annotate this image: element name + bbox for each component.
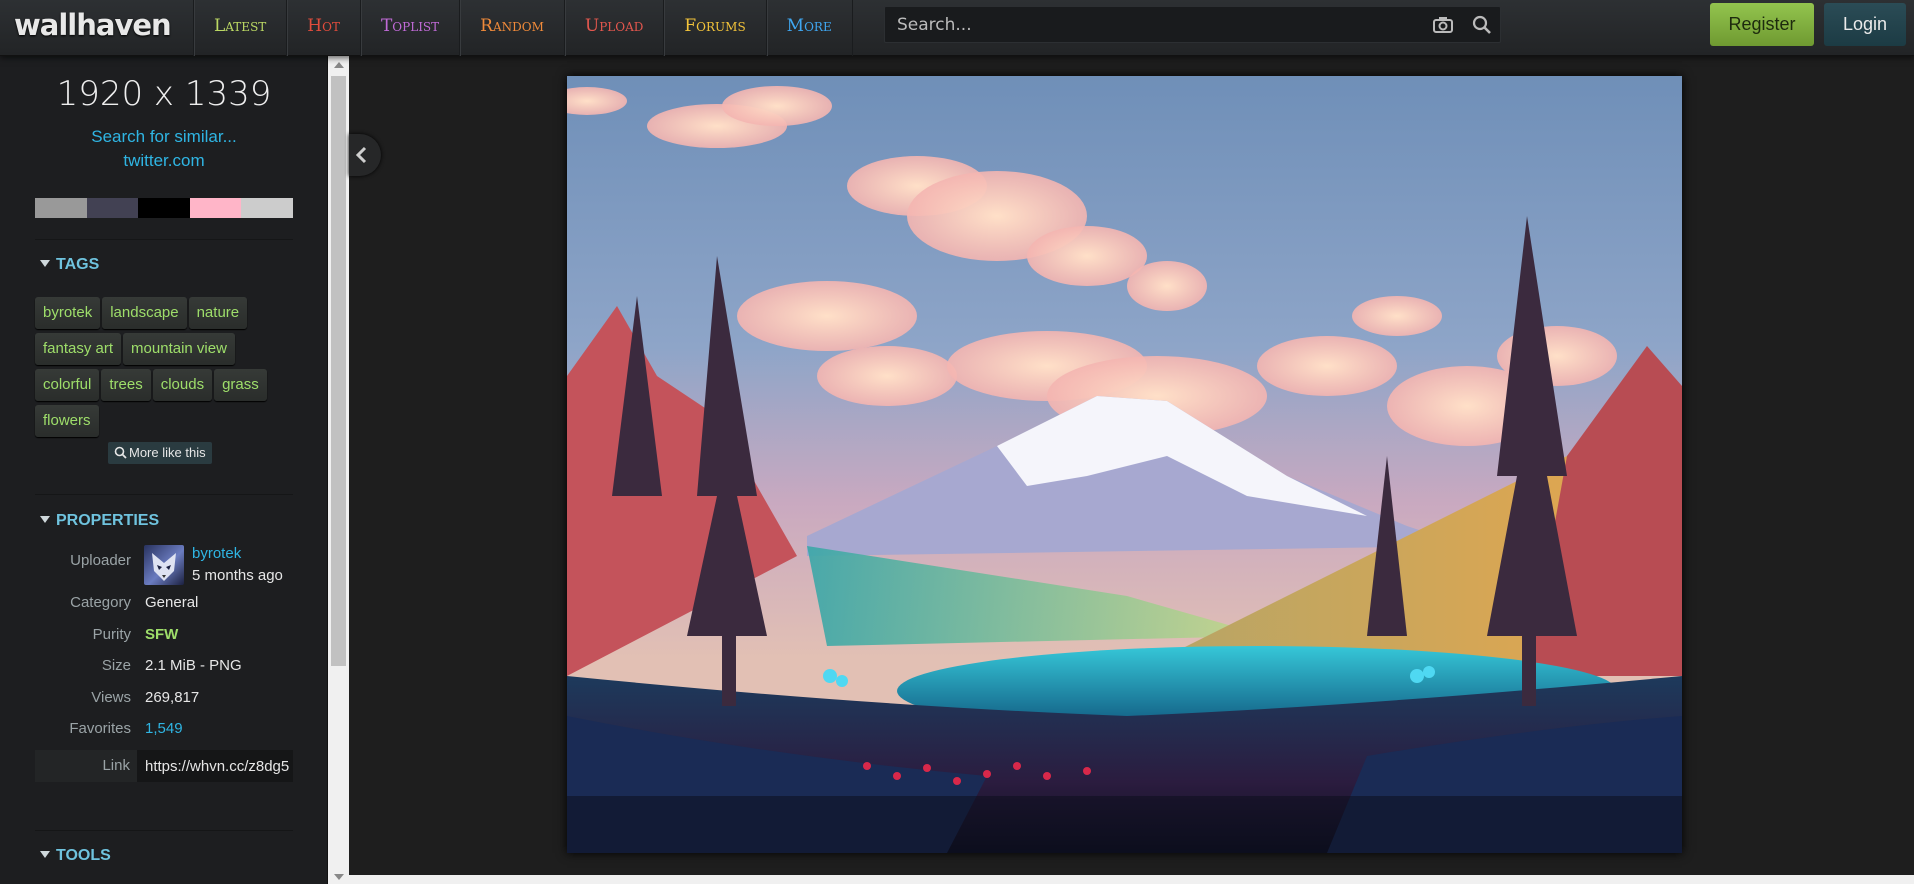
- palette-swatch[interactable]: [35, 198, 87, 218]
- tag-chip[interactable]: grass: [214, 369, 267, 401]
- search-box: [884, 6, 1501, 43]
- palette-swatch[interactable]: [86, 198, 139, 218]
- properties-section-header[interactable]: PROPERTIES: [40, 512, 159, 530]
- tag-chip[interactable]: landscape: [102, 297, 187, 329]
- link-label: Link: [102, 757, 130, 774]
- horizontal-scrollbar[interactable]: [349, 875, 1914, 884]
- tag-chip[interactable]: byrotek: [35, 297, 101, 329]
- size-label: Size: [101, 657, 131, 674]
- tag-chip[interactable]: mountain view: [123, 333, 235, 365]
- palette-swatch[interactable]: [138, 198, 190, 218]
- upload-time: 5 months ago: [192, 567, 283, 584]
- favorites-row: Favorites 1,549: [35, 720, 293, 752]
- caret-down-icon: [40, 260, 50, 267]
- color-palette: [35, 198, 293, 218]
- nav-more[interactable]: More: [765, 0, 853, 56]
- search-input[interactable]: [885, 7, 1425, 42]
- views-row: Views 269,817: [35, 689, 293, 721]
- search-similar-link[interactable]: Search for similar...: [0, 127, 328, 147]
- views-label: Views: [91, 689, 131, 706]
- search-icon: [114, 446, 127, 459]
- tools-section-header[interactable]: TOOLS: [40, 847, 111, 865]
- nav-toplist[interactable]: Toplist: [359, 0, 459, 56]
- scroll-up-arrow-icon[interactable]: [334, 62, 344, 68]
- views-value: 269,817: [145, 689, 200, 706]
- palette-swatch[interactable]: [189, 198, 242, 218]
- nav-hot[interactable]: Hot: [286, 0, 360, 56]
- wallpaper-image[interactable]: [567, 76, 1682, 853]
- uploader-avatar[interactable]: [144, 545, 184, 585]
- properties-title: PROPERTIES: [56, 512, 160, 529]
- favorites-link[interactable]: 1,549: [145, 720, 183, 737]
- favorites-label: Favorites: [69, 720, 131, 737]
- purity-label: Purity: [92, 626, 131, 643]
- caret-down-icon: [40, 516, 50, 523]
- top-bar: wallhaven Latest Hot Toplist Random Uplo…: [0, 0, 1914, 56]
- more-like-this-label: More like this: [129, 445, 206, 460]
- tools-title: TOOLS: [56, 847, 111, 864]
- chevron-left-icon: [355, 146, 367, 164]
- short-link-row: Link: [35, 750, 293, 782]
- purity-value: SFW: [145, 626, 179, 643]
- site-logo[interactable]: wallhaven: [14, 8, 172, 42]
- category-row: Category General: [35, 594, 293, 626]
- divider: [35, 239, 293, 240]
- sidebar: 1920 x 1339 Search for similar... twitte…: [0, 56, 328, 884]
- more-like-this-button[interactable]: More like this: [108, 442, 212, 464]
- tag-chip[interactable]: trees: [101, 369, 151, 401]
- register-button[interactable]: Register: [1710, 3, 1814, 46]
- login-button[interactable]: Login: [1824, 3, 1906, 46]
- divider: [35, 494, 293, 495]
- palette-swatch[interactable]: [241, 198, 293, 218]
- short-link-field[interactable]: [137, 750, 293, 782]
- purity-row: Purity SFW: [35, 626, 293, 658]
- scroll-down-arrow-icon[interactable]: [334, 874, 344, 880]
- tag-chip[interactable]: colorful: [35, 369, 100, 401]
- camera-icon[interactable]: [1432, 15, 1454, 35]
- tag-list: byrotek landscape nature fantasy art mounta…: [35, 297, 297, 441]
- scrollbar-thumb[interactable]: [331, 76, 346, 666]
- caret-down-icon: [40, 851, 50, 858]
- category-value: General: [145, 594, 199, 611]
- uploader-label: Uploader: [70, 552, 131, 569]
- nav-random[interactable]: Random: [459, 0, 564, 56]
- nav-forums[interactable]: Forums: [663, 0, 765, 56]
- category-label: Category: [70, 594, 131, 611]
- tags-section-header[interactable]: TAGS: [40, 256, 99, 274]
- search-icon[interactable]: [1471, 15, 1493, 35]
- nav-latest[interactable]: Latest: [193, 0, 286, 56]
- tag-chip[interactable]: fantasy art: [35, 333, 122, 365]
- collapse-sidebar-button[interactable]: [349, 134, 381, 176]
- divider: [35, 830, 293, 831]
- main-nav: Latest Hot Toplist Random Upload Forums …: [193, 0, 853, 56]
- size-value: 2.1 MiB - PNG: [145, 657, 242, 674]
- uploader-name-link[interactable]: byrotek: [192, 545, 241, 562]
- tag-chip[interactable]: clouds: [152, 369, 213, 401]
- source-link[interactable]: twitter.com: [0, 151, 328, 171]
- sidebar-scrollbar[interactable]: [328, 56, 349, 884]
- tag-chip[interactable]: flowers: [35, 405, 99, 437]
- nav-upload[interactable]: Upload: [563, 0, 664, 56]
- tag-chip[interactable]: nature: [188, 297, 248, 329]
- tags-title: TAGS: [56, 256, 100, 273]
- resolution-title: 1920 x 1339: [56, 74, 272, 114]
- size-row: Size 2.1 MiB - PNG: [35, 657, 293, 689]
